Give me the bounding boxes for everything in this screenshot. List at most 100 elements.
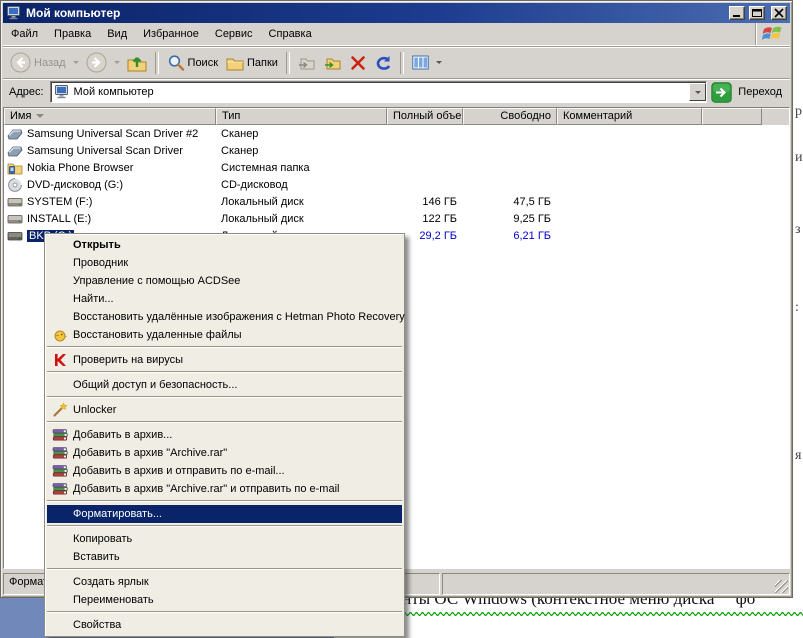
address-bar: Адрес: Мой компьютер Переход (3, 78, 790, 105)
forward-button[interactable] (83, 50, 110, 75)
up-button[interactable] (124, 52, 150, 74)
context-menu-item-16[interactable]: Добавить в архив "Archive.rar" и отправи… (47, 480, 402, 498)
background-text-fragment: и (795, 150, 803, 166)
context-menu-item-1[interactable]: Проводник (47, 254, 402, 272)
background-edge-fragments: риз:я (794, 0, 803, 598)
context-menu-item-5[interactable]: Восстановить удаленные файлы (47, 326, 402, 344)
address-my-computer-icon (54, 84, 70, 100)
undo-button[interactable] (371, 53, 395, 73)
list-item[interactable]: Samsung Universal Scan Driver Сканер (4, 142, 789, 159)
list-item[interactable]: INSTALL (E:)Локальный диск122 ГБ9,25 ГБ (4, 210, 789, 227)
copy-to-button[interactable] (321, 53, 345, 73)
context-menu-item-0[interactable]: Открыть (47, 236, 402, 254)
undo-icon (374, 55, 392, 71)
toolbar: Назад Поиск Папки (3, 46, 790, 78)
minimize-button[interactable] (729, 6, 745, 20)
context-menu-item-24[interactable]: Переименовать (47, 591, 402, 609)
menubar-item-0[interactable]: Файл (3, 25, 46, 43)
context-menu-item-23[interactable]: Создать ярлык (47, 573, 402, 591)
item-name: Samsung Universal Scan Driver #2 (27, 128, 198, 140)
item-name: Nokia Phone Browser (27, 162, 133, 174)
winrar-icon (52, 481, 68, 497)
context-menu-item-9[interactable]: Общий доступ и безопасность... (47, 376, 402, 394)
menubar-item-5[interactable]: Справка (261, 25, 320, 43)
list-item[interactable]: Samsung Universal Scan Driver #2 Сканер (4, 125, 789, 142)
forward-dropdown[interactable] (114, 61, 120, 64)
close-button[interactable] (771, 6, 787, 20)
item-type: Сканер (216, 128, 387, 140)
go-arrow-icon (711, 82, 732, 103)
context-menu-item-13[interactable]: Добавить в архив... (47, 426, 402, 444)
context-menu-item-14[interactable]: Добавить в архив "Archive.rar" (47, 444, 402, 462)
column-header-5[interactable] (702, 108, 762, 125)
move-to-button[interactable] (295, 53, 319, 73)
column-header-4[interactable]: Комментарий (557, 108, 702, 125)
column-header-0[interactable]: Имя (4, 108, 216, 125)
move-to-icon (298, 55, 316, 71)
hdd-icon (7, 211, 23, 227)
views-dropdown[interactable] (436, 61, 442, 64)
cd-icon (7, 177, 23, 193)
context-menu-item-18[interactable]: Форматировать... (47, 505, 402, 523)
kaspersky-icon (52, 352, 68, 368)
menu-bar: ФайлПравкаВидИзбранноеСервисСправка (3, 23, 790, 46)
background-text-fragment: з (795, 222, 801, 238)
item-name: INSTALL (E:) (27, 213, 91, 225)
address-dropdown[interactable] (689, 83, 706, 101)
hetman-icon (52, 327, 68, 343)
winrar-icon (52, 427, 68, 443)
sort-desc-icon (36, 114, 44, 118)
back-button[interactable]: Назад (7, 50, 69, 75)
title-bar[interactable]: Мой компьютер (3, 3, 790, 23)
go-button[interactable] (711, 82, 732, 103)
context-menu-item-4[interactable]: Восстановить удалённые изображения с Het… (47, 308, 402, 326)
menubar-item-3[interactable]: Избранное (135, 25, 207, 43)
menubar-item-1[interactable]: Правка (46, 25, 99, 43)
context-menu-item-21[interactable]: Вставить (47, 548, 402, 566)
views-button[interactable] (409, 53, 432, 72)
context-menu-item-11[interactable]: Unlocker (47, 401, 402, 419)
folders-icon (226, 55, 244, 71)
window-title: Мой компьютер (26, 6, 725, 20)
maximize-button[interactable] (749, 6, 765, 20)
context-menu-item-7[interactable]: Проверить на вирусы (47, 351, 402, 369)
back-icon (10, 52, 31, 73)
context-menu-item-2[interactable]: Управление с помощью ACDSee (47, 272, 402, 290)
address-input[interactable]: Мой компьютер (50, 81, 708, 103)
item-total: 146 ГБ (387, 196, 463, 208)
windows-flag-icon (755, 23, 790, 45)
context-menu-separator (47, 500, 402, 502)
context-menu-item-3[interactable]: Найти... (47, 290, 402, 308)
up-folder-icon (127, 54, 147, 72)
back-dropdown[interactable] (73, 61, 79, 64)
go-label: Переход (736, 86, 786, 98)
menubar-item-2[interactable]: Вид (99, 25, 135, 43)
scanner-icon (7, 143, 23, 159)
delete-button[interactable] (347, 53, 369, 73)
search-button[interactable]: Поиск (164, 52, 221, 74)
context-menu-item-26[interactable]: Свойства (47, 616, 402, 634)
folders-button[interactable]: Папки (223, 53, 281, 73)
item-type: Сканер (216, 145, 387, 157)
menubar-item-4[interactable]: Сервис (207, 25, 261, 43)
item-name: SYSTEM (F:) (27, 196, 92, 208)
column-header-filler (762, 108, 789, 125)
context-menu-item-20[interactable]: Копировать (47, 530, 402, 548)
column-header-1[interactable]: Тип (216, 108, 387, 125)
toolbar-separator (155, 52, 159, 74)
context-menu-separator (47, 371, 402, 373)
list-item[interactable]: SYSTEM (F:)Локальный диск146 ГБ47,5 ГБ (4, 193, 789, 210)
column-header-2[interactable]: Полный объем (387, 108, 463, 125)
toolbar-separator (286, 52, 290, 74)
context-menu-item-15[interactable]: Добавить в архив и отправить по e-mail..… (47, 462, 402, 480)
context-menu-separator (47, 568, 402, 570)
context-menu: ОткрытьПроводникУправление с помощью ACD… (44, 233, 405, 637)
column-header-3[interactable]: Свободно (463, 108, 557, 125)
column-headers: ИмяТипПолный объемСвободноКомментарий (4, 108, 789, 125)
item-free: 47,5 ГБ (463, 196, 557, 208)
item-name: Samsung Universal Scan Driver (27, 145, 183, 157)
list-item[interactable]: Nokia Phone BrowserСистемная папка (4, 159, 789, 176)
scanner-icon (7, 126, 23, 142)
list-item[interactable]: DVD-дисковод (G:)CD-дисковод (4, 176, 789, 193)
resize-grip[interactable] (775, 580, 788, 593)
